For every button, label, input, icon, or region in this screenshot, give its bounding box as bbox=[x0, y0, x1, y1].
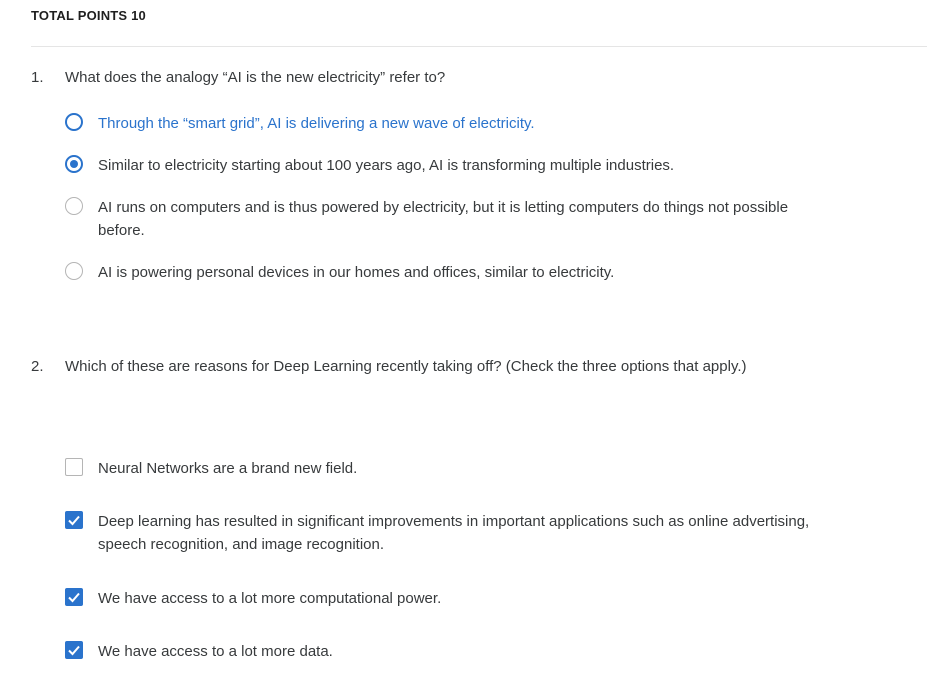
question-number: 1. bbox=[31, 69, 44, 86]
checkmark-icon bbox=[68, 592, 80, 603]
checkbox-checked-icon[interactable] bbox=[65, 641, 83, 659]
checkmark-icon bbox=[68, 645, 80, 656]
option-label: Neural Networks are a brand new field. bbox=[98, 460, 358, 477]
option-label: Deep learning has resulted in significan… bbox=[98, 513, 810, 553]
option-label: We have access to a lot more computation… bbox=[98, 590, 442, 607]
question-text: Which of these are reasons for Deep Lear… bbox=[65, 358, 747, 375]
question-text: What does the analogy “AI is the new ele… bbox=[65, 69, 446, 86]
radio-button-icon[interactable] bbox=[65, 262, 83, 280]
option-label: AI is powering personal devices in our h… bbox=[98, 264, 615, 281]
radio-button-selected-icon[interactable] bbox=[65, 155, 83, 173]
option-label: We have access to a lot more data. bbox=[98, 643, 333, 660]
option-label: AI runs on computers and is thus powered… bbox=[98, 199, 789, 239]
checkbox-icon[interactable] bbox=[65, 458, 83, 476]
checkbox-checked-icon[interactable] bbox=[65, 511, 83, 529]
checkbox-checked-icon[interactable] bbox=[65, 588, 83, 606]
question-number: 2. bbox=[31, 358, 44, 375]
checkmark-icon bbox=[68, 515, 80, 526]
quiz-page: TOTAL POINTS 10 1. What does the analogy… bbox=[0, 0, 927, 696]
option-label: Through the “smart grid”, AI is deliveri… bbox=[98, 115, 535, 132]
total-points-label: TOTAL POINTS 10 bbox=[31, 8, 146, 23]
radio-button-icon[interactable] bbox=[65, 113, 83, 131]
option-label: Similar to electricity starting about 10… bbox=[98, 157, 675, 174]
radio-button-icon[interactable] bbox=[65, 197, 83, 215]
header-divider bbox=[31, 46, 927, 47]
